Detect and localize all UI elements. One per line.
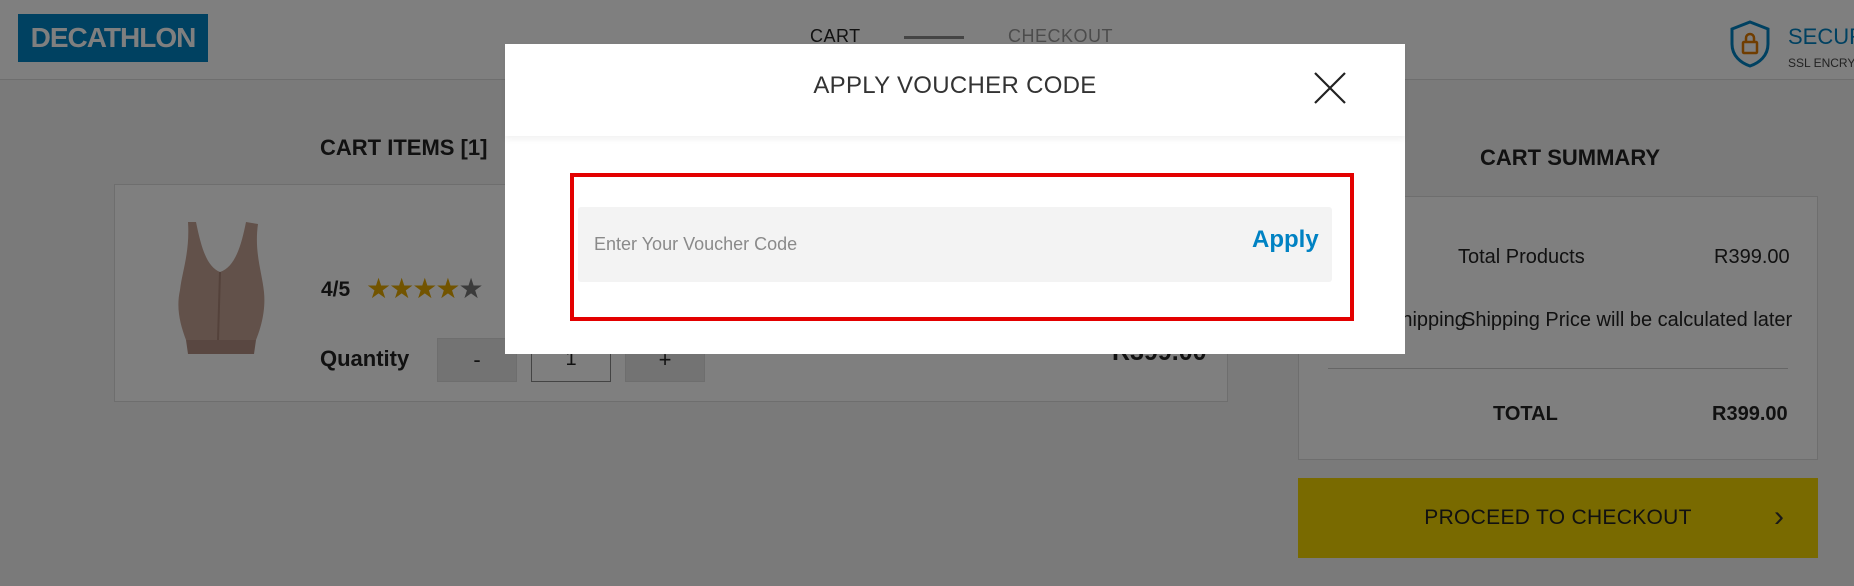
close-icon[interactable] — [1312, 70, 1348, 106]
modal-title: APPLY VOUCHER CODE — [813, 72, 1097, 99]
voucher-code-input[interactable] — [594, 224, 1194, 264]
apply-voucher-button[interactable]: Apply — [1252, 226, 1319, 254]
